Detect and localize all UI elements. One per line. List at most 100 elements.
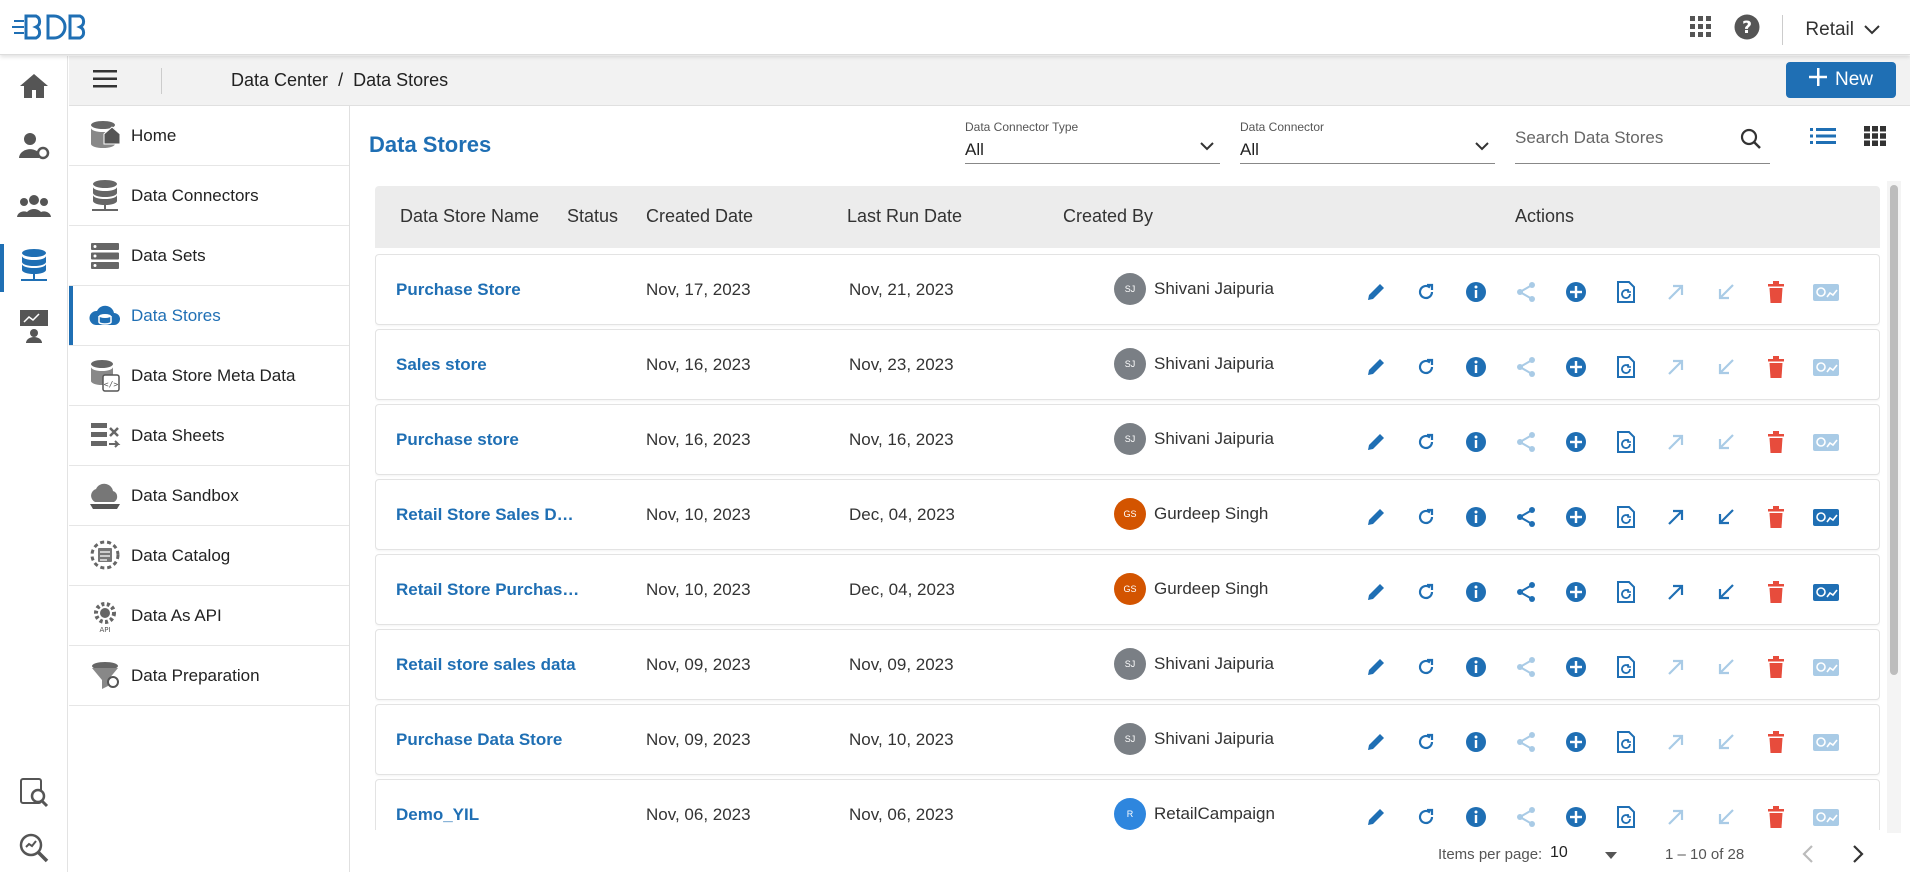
data-store-name-link[interactable]: Sales store bbox=[396, 355, 581, 375]
dashboard-preview-icon[interactable] bbox=[1811, 277, 1841, 307]
info-icon[interactable] bbox=[1461, 577, 1491, 607]
subnav-item-data-sandbox[interactable]: Data Sandbox bbox=[69, 466, 349, 526]
share-icon[interactable] bbox=[1511, 352, 1541, 382]
subnav-item-data-store-meta-data[interactable]: </> Data Store Meta Data bbox=[69, 346, 349, 406]
arrow-up-right-icon[interactable] bbox=[1661, 502, 1691, 532]
subnav-item-data-as-api[interactable]: API Data As API bbox=[69, 586, 349, 646]
arrow-down-left-icon[interactable] bbox=[1711, 727, 1741, 757]
info-icon[interactable] bbox=[1461, 277, 1491, 307]
scrollbar-thumb[interactable] bbox=[1890, 185, 1898, 675]
edit-pencil-icon[interactable] bbox=[1361, 802, 1391, 830]
rail-presentation[interactable] bbox=[0, 298, 68, 358]
arrow-up-right-icon[interactable] bbox=[1661, 652, 1691, 682]
edit-pencil-icon[interactable] bbox=[1361, 277, 1391, 307]
refresh-icon[interactable] bbox=[1411, 802, 1441, 830]
delete-icon[interactable] bbox=[1761, 502, 1791, 532]
col-last-run-date[interactable]: Last Run Date bbox=[847, 206, 962, 227]
refresh-icon[interactable] bbox=[1411, 577, 1441, 607]
table-row[interactable]: Purchase Data Store Nov, 09, 2023 Nov, 10,… bbox=[375, 704, 1880, 775]
arrow-down-left-icon[interactable] bbox=[1711, 352, 1741, 382]
info-icon[interactable] bbox=[1461, 652, 1491, 682]
info-icon[interactable] bbox=[1461, 802, 1491, 830]
info-icon[interactable] bbox=[1461, 727, 1491, 757]
refresh-icon[interactable] bbox=[1411, 727, 1441, 757]
grid-view-icon[interactable] bbox=[1864, 126, 1886, 151]
rail-users[interactable] bbox=[0, 178, 68, 238]
col-created-date[interactable]: Created Date bbox=[646, 206, 753, 227]
data-store-name-link[interactable]: Retail store sales data bbox=[396, 655, 581, 675]
table-row[interactable]: Sales store Nov, 16, 2023 Nov, 23, 2023 SJ S… bbox=[375, 329, 1880, 400]
workspace-selector[interactable]: Retail bbox=[1805, 19, 1880, 41]
subnav-item-data-preparation[interactable]: Data Preparation bbox=[69, 646, 349, 706]
subnav-item-data-connectors[interactable]: Data Connectors bbox=[69, 166, 349, 226]
edit-pencil-icon[interactable] bbox=[1361, 352, 1391, 382]
data-store-name-link[interactable]: Demo_YIL bbox=[396, 805, 581, 825]
share-icon[interactable] bbox=[1511, 577, 1541, 607]
share-icon[interactable] bbox=[1511, 727, 1541, 757]
share-icon[interactable] bbox=[1511, 802, 1541, 830]
edit-pencil-icon[interactable] bbox=[1361, 652, 1391, 682]
data-store-name-link[interactable]: Retail Store Sales Data bbox=[396, 505, 581, 525]
add-circle-icon[interactable] bbox=[1561, 427, 1591, 457]
rail-data-center[interactable] bbox=[0, 238, 68, 298]
arrow-up-right-icon[interactable] bbox=[1661, 577, 1691, 607]
connector-filter[interactable]: Data Connector All bbox=[1240, 118, 1495, 164]
col-status[interactable]: Status bbox=[567, 206, 618, 227]
table-row[interactable]: Retail Store Purchase... Nov, 10, 2023 Dec… bbox=[375, 554, 1880, 625]
dashboard-preview-icon[interactable] bbox=[1811, 577, 1841, 607]
restore-file-icon[interactable] bbox=[1611, 277, 1641, 307]
delete-icon[interactable] bbox=[1761, 652, 1791, 682]
subnav-item-data-catalog[interactable]: Data Catalog bbox=[69, 526, 349, 586]
table-row[interactable]: Retail store sales data Nov, 09, 2023 Nov,… bbox=[375, 629, 1880, 700]
share-icon[interactable] bbox=[1511, 652, 1541, 682]
refresh-icon[interactable] bbox=[1411, 277, 1441, 307]
dashboard-preview-icon[interactable] bbox=[1811, 352, 1841, 382]
help-icon[interactable]: ? bbox=[1734, 14, 1760, 45]
table-scrollbar[interactable] bbox=[1887, 181, 1901, 833]
arrow-down-left-icon[interactable] bbox=[1711, 502, 1741, 532]
share-icon[interactable] bbox=[1511, 502, 1541, 532]
table-row[interactable]: Retail Store Sales Data Nov, 10, 2023 Dec,… bbox=[375, 479, 1880, 550]
rail-explore[interactable] bbox=[0, 820, 68, 880]
refresh-icon[interactable] bbox=[1411, 502, 1441, 532]
arrow-up-right-icon[interactable] bbox=[1661, 277, 1691, 307]
arrow-down-left-icon[interactable] bbox=[1711, 802, 1741, 830]
data-store-name-link[interactable]: Purchase Data Store bbox=[396, 730, 581, 750]
list-view-icon[interactable] bbox=[1810, 126, 1836, 151]
delete-icon[interactable] bbox=[1761, 427, 1791, 457]
table-row[interactable]: Demo_YIL Nov, 06, 2023 Nov, 06, 2023 R Retai… bbox=[375, 779, 1880, 830]
dashboard-preview-icon[interactable] bbox=[1811, 802, 1841, 830]
data-store-name-link[interactable]: Purchase Store bbox=[396, 280, 581, 300]
subnav-item-home[interactable]: Home bbox=[69, 106, 349, 166]
arrow-up-right-icon[interactable] bbox=[1661, 427, 1691, 457]
edit-pencil-icon[interactable] bbox=[1361, 577, 1391, 607]
delete-icon[interactable] bbox=[1761, 577, 1791, 607]
next-page-icon[interactable] bbox=[1852, 844, 1864, 869]
delete-icon[interactable] bbox=[1761, 277, 1791, 307]
col-data-store-name[interactable]: Data Store Name bbox=[400, 206, 539, 227]
refresh-icon[interactable] bbox=[1411, 352, 1441, 382]
add-circle-icon[interactable] bbox=[1561, 577, 1591, 607]
refresh-icon[interactable] bbox=[1411, 652, 1441, 682]
arrow-up-right-icon[interactable] bbox=[1661, 352, 1691, 382]
arrow-down-left-icon[interactable] bbox=[1711, 577, 1741, 607]
hamburger-menu-icon[interactable] bbox=[93, 69, 117, 94]
rail-data-search[interactable] bbox=[0, 764, 68, 824]
refresh-icon[interactable] bbox=[1411, 427, 1441, 457]
breadcrumb-data-center[interactable]: Data Center bbox=[231, 70, 328, 91]
dashboard-preview-icon[interactable] bbox=[1811, 502, 1841, 532]
restore-file-icon[interactable] bbox=[1611, 352, 1641, 382]
info-icon[interactable] bbox=[1461, 502, 1491, 532]
delete-icon[interactable] bbox=[1761, 727, 1791, 757]
edit-pencil-icon[interactable] bbox=[1361, 502, 1391, 532]
table-row[interactable]: Purchase Store Nov, 17, 2023 Nov, 21, 2023… bbox=[375, 254, 1880, 325]
delete-icon[interactable] bbox=[1761, 352, 1791, 382]
subnav-item-data-stores[interactable]: Data Stores bbox=[69, 286, 349, 346]
subnav-item-data-sheets[interactable]: Data Sheets bbox=[69, 406, 349, 466]
data-store-name-link[interactable]: Retail Store Purchase... bbox=[396, 580, 581, 600]
dashboard-preview-icon[interactable] bbox=[1811, 652, 1841, 682]
add-circle-icon[interactable] bbox=[1561, 277, 1591, 307]
apps-grid-icon[interactable] bbox=[1690, 16, 1712, 43]
share-icon[interactable] bbox=[1511, 427, 1541, 457]
dashboard-preview-icon[interactable] bbox=[1811, 427, 1841, 457]
